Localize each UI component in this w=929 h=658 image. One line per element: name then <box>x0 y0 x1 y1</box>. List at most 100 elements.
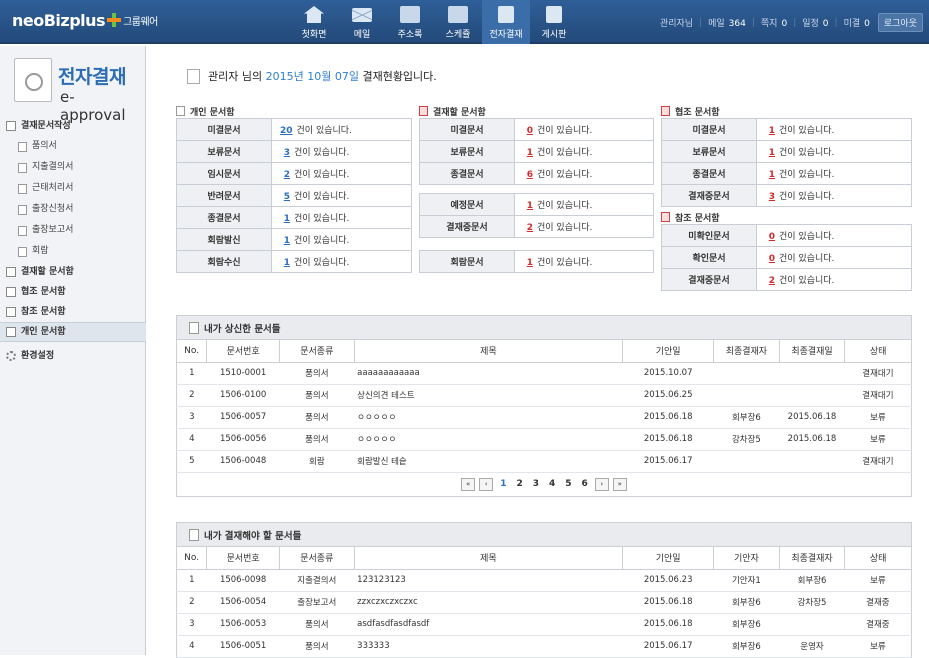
pending-status[interactable]: 미결 0 <box>844 16 870 29</box>
count-link[interactable]: 1 <box>765 148 775 158</box>
sidebar-item[interactable]: 회람 <box>0 241 146 262</box>
page-number[interactable]: 4 <box>546 479 558 489</box>
next-page-button[interactable]: › <box>594 477 609 491</box>
count-link[interactable]: 0 <box>765 254 775 264</box>
table-cell: 보류 <box>844 428 912 451</box>
count-link[interactable]: 2 <box>280 170 290 180</box>
page-number[interactable]: 6 <box>579 479 591 489</box>
nav-approval[interactable]: 전자결재 <box>482 0 530 44</box>
schedule-status[interactable]: 일정 0 <box>802 16 828 29</box>
table-row[interactable]: 1 1506-0098 지출결의서 123123123 2015.06.23 기안자1 회부… <box>176 569 912 592</box>
column-header: 기안일 <box>622 340 715 363</box>
count-suffix: 건이 있습니다. <box>537 258 593 268</box>
nav-home[interactable]: 첫화면 <box>290 0 338 44</box>
table-cell: 회부장6 <box>713 613 780 636</box>
table-cell: 1 <box>176 362 207 385</box>
summary-row: 회람발신 1 건이 있습니다. <box>176 228 412 251</box>
count-link[interactable]: 1 <box>280 214 290 224</box>
summary-row: 결재중문서 2 건이 있습니다. <box>661 268 912 291</box>
column-header: 제목 <box>354 547 624 570</box>
nav-board[interactable]: 게시판 <box>530 0 578 44</box>
summary-label: 결재중문서 <box>419 215 515 238</box>
nav-calendar[interactable]: 스케쥴 <box>434 0 482 44</box>
count-link[interactable]: 2 <box>523 223 533 233</box>
sidebar-item[interactable]: 결재문서작성 <box>0 116 146 136</box>
first-page-button[interactable]: « <box>461 477 476 491</box>
table-cell: 회부장6 <box>713 635 780 658</box>
sidebar-item-label: 회람 <box>32 246 49 256</box>
logout-button[interactable]: 로그아웃 <box>877 13 923 32</box>
page-number[interactable]: 5 <box>562 479 574 489</box>
sidebar-item[interactable]: 품의서 <box>0 136 146 157</box>
table-cell: 2015.06.18 <box>779 406 845 429</box>
table-row[interactable]: 1 1510-0001 품의서 aaaaaaaaaaaa 2015.10.07 결재대기 <box>176 362 912 385</box>
mail-status[interactable]: 메일 364 <box>708 16 746 29</box>
summary-value: 1 건이 있습니다. <box>271 206 412 229</box>
table-row[interactable]: 4 1506-0056 품의서 ㅇㅇㅇㅇㅇ 2015.06.18 강차장5 2015.06.… <box>176 428 912 451</box>
count-link[interactable]: 1 <box>523 148 533 158</box>
table-cell: 4 <box>176 635 207 658</box>
sidebar-item[interactable]: 협조 문서함 <box>0 282 146 302</box>
table-row[interactable]: 3 1506-0057 품의서 ㅇㅇㅇㅇㅇ 2015.06.18 회부장6 2015.06.… <box>176 406 912 429</box>
table-row[interactable]: 3 1506-0053 품의서 asdfasdfasdfasdf 2015.06.18 회… <box>176 613 912 636</box>
summary-label: 결재중문서 <box>661 268 757 291</box>
summary-label: 임시문서 <box>176 162 272 185</box>
nav-label: 전자결재 <box>489 30 523 40</box>
sidebar-item[interactable]: 출장보고서 <box>0 220 146 241</box>
sidebar-item[interactable]: 근태처리서 <box>0 178 146 199</box>
sidebar-item[interactable]: 지출결의서 <box>0 157 146 178</box>
table-cell: 결재대기 <box>844 362 912 385</box>
note-status[interactable]: 쪽지 0 <box>761 16 787 29</box>
board-icon <box>546 6 562 23</box>
prev-page-button[interactable]: ‹ <box>479 477 494 491</box>
column-header: 문서종류 <box>279 340 355 363</box>
count-link[interactable]: 3 <box>765 192 775 202</box>
count-link[interactable]: 0 <box>765 232 775 242</box>
table-cell: 1506-0051 <box>206 635 280 658</box>
count-link[interactable]: 5 <box>280 192 290 202</box>
summary-label: 반려문서 <box>176 184 272 207</box>
count-link[interactable]: 1 <box>523 201 533 211</box>
top-bar: neoBizplus 그룹웨어 첫화면 메일 주소록 스케쥴 전자결재 게시판 관리자님 | … <box>0 0 929 44</box>
page-number[interactable]: 1 <box>497 479 509 489</box>
count-link[interactable]: 1 <box>765 126 775 136</box>
count-link[interactable]: 20 <box>280 126 293 136</box>
summary-value: 2 건이 있습니다. <box>756 268 912 291</box>
table-row[interactable]: 5 1506-0048 회람 회람발신 테슽 2015.06.17 결재대기 <box>176 450 912 473</box>
table-row[interactable]: 2 1506-0054 출장보고서 zzxczxczxczxc 2015.06.18 회부… <box>176 591 912 614</box>
count-link[interactable]: 1 <box>765 170 775 180</box>
table-cell: 강차장5 <box>779 591 845 614</box>
column-header: 제목 <box>354 340 624 363</box>
sidebar-item[interactable]: 결재할 문서함 <box>0 262 146 282</box>
last-page-button[interactable]: » <box>612 477 627 491</box>
calendar-icon <box>448 6 468 23</box>
count-link[interactable]: 6 <box>523 170 533 180</box>
table-row[interactable]: 2 1506-0100 품의서 상신의견 테스트 2015.06.25 결재대기 <box>176 384 912 407</box>
sidebar-title: 전자결재 e-approval <box>14 54 133 124</box>
sidebar-item[interactable]: 개인 문서함 <box>0 322 146 342</box>
nav-mail[interactable]: 메일 <box>338 0 386 44</box>
count-suffix: 건이 있습니다. <box>537 201 593 211</box>
form-icon <box>18 246 27 257</box>
sidebar-item[interactable]: 참조 문서함 <box>0 302 146 322</box>
count-link[interactable]: 1 <box>280 236 290 246</box>
table-cell: 2015.06.17 <box>622 450 714 473</box>
page-number[interactable]: 2 <box>513 479 525 489</box>
column-header: No. <box>176 547 208 570</box>
count-link[interactable]: 2 <box>765 276 775 286</box>
count-link[interactable]: 0 <box>523 126 533 136</box>
count-link[interactable]: 3 <box>280 148 290 158</box>
nav-label: 게시판 <box>541 30 567 40</box>
table-row[interactable]: 4 1506-0051 품의서 333333 2015.06.17 회부장6 운영자 보류 <box>176 635 912 658</box>
table-cell <box>779 613 845 636</box>
summary-label: 회람문서 <box>419 250 515 273</box>
summary-label: 미결문서 <box>419 118 515 141</box>
sidebar-item[interactable]: 출장신청서 <box>0 199 146 220</box>
nav-contacts[interactable]: 주소록 <box>386 0 434 44</box>
count-link[interactable]: 1 <box>280 258 290 268</box>
sidebar-item[interactable]: 환경설정 <box>0 346 146 366</box>
app-logo[interactable]: neoBizplus 그룹웨어 <box>12 11 158 30</box>
coop-folder-icon <box>661 106 670 116</box>
count-link[interactable]: 1 <box>523 258 533 268</box>
page-number[interactable]: 3 <box>530 479 542 489</box>
